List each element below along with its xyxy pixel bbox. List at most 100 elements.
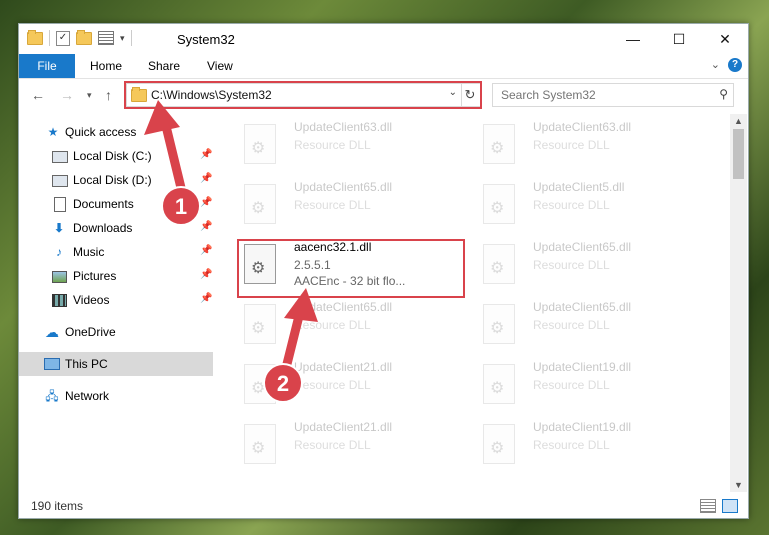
file-list: UpdateClient63.dll Resource DLL UpdateCl…: [224, 114, 730, 492]
file-description: Resource DLL: [533, 198, 610, 212]
file-item[interactable]: UpdateClient65.dll Resource DLL: [236, 178, 456, 232]
file-explorer-window: ✓ ▾ System32 — ☐ ✕ File Home Share View …: [18, 23, 749, 519]
minimize-button[interactable]: —: [610, 24, 656, 54]
sidebar-item-label: This PC: [65, 357, 108, 371]
tab-share[interactable]: Share: [148, 54, 180, 78]
sidebar-item-downloads[interactable]: ⬇ Downloads 📌: [19, 216, 213, 240]
pin-icon[interactable]: 📌: [200, 245, 212, 256]
back-arrow-icon[interactable]: ←: [31, 87, 45, 103]
search-input[interactable]: [499, 87, 703, 103]
sidebar-item-pictures[interactable]: Pictures 📌: [19, 264, 213, 288]
sidebar-item-quick-access[interactable]: ★ Quick access: [19, 120, 213, 144]
sidebar-item-network[interactable]: 🖧 Network: [19, 384, 213, 408]
dll-file-icon: [483, 424, 515, 464]
up-arrow-icon[interactable]: ↑: [105, 87, 112, 103]
dll-file-icon: [244, 364, 276, 404]
dll-file-icon: [483, 364, 515, 404]
file-name: UpdateClient21.dll: [294, 360, 393, 374]
large-icons-view-icon[interactable]: [722, 499, 738, 513]
music-icon: ♪: [56, 245, 62, 259]
sidebar-item-label: Quick access: [65, 125, 137, 139]
file-item[interactable]: UpdateClient5.dll Resource DLL: [475, 178, 695, 232]
forward-arrow-icon[interactable]: →: [60, 87, 74, 103]
download-icon: ⬇: [53, 221, 65, 235]
pin-icon[interactable]: 📌: [200, 269, 212, 280]
sidebar-item-label: Network: [65, 389, 110, 403]
sidebar-item-documents[interactable]: Documents 📌: [19, 192, 213, 216]
close-button[interactable]: ✕: [702, 24, 748, 54]
file-item[interactable]: UpdateClient65.dll Resource DLL: [475, 238, 695, 292]
file-name: UpdateClient65.dll: [533, 300, 632, 314]
sidebar-item-music[interactable]: ♪ Music 📌: [19, 240, 213, 264]
sidebar-item-local-disk-d[interactable]: Local Disk (D:) 📌: [19, 168, 213, 192]
drive-icon: [52, 151, 68, 163]
file-item[interactable]: UpdateClient63.dll Resource DLL: [475, 118, 695, 172]
pin-icon[interactable]: 📌: [200, 293, 212, 304]
dll-file-icon: [483, 244, 515, 284]
file-name: UpdateClient19.dll: [533, 360, 632, 374]
customize-toolbar-arrow-icon[interactable]: ▾: [120, 33, 125, 44]
star-icon: ★: [47, 125, 59, 139]
file-description: Resource DLL: [294, 318, 371, 332]
expand-ribbon-chevron-icon[interactable]: ⌄: [711, 58, 720, 71]
scroll-up-arrow-icon[interactable]: ▲: [730, 116, 747, 126]
file-item[interactable]: UpdateClient63.dll Resource DLL: [236, 118, 456, 172]
file-item[interactable]: UpdateClient19.dll Resource DLL: [475, 418, 695, 472]
quick-access-toolbar: ✓ ▾: [27, 29, 132, 46]
computer-icon: [44, 358, 60, 370]
file-name: UpdateClient65.dll: [533, 240, 632, 254]
file-description: Resource DLL: [533, 438, 610, 452]
divider: [49, 30, 50, 46]
tab-view[interactable]: View: [207, 54, 233, 78]
file-description: Resource DLL: [533, 258, 610, 272]
folder-icon: [27, 29, 43, 45]
vertical-scrollbar[interactable]: ▲ ▼: [730, 114, 747, 492]
file-name: UpdateClient63.dll: [533, 120, 632, 134]
scrollbar-thumb[interactable]: [733, 129, 744, 179]
sidebar-item-local-disk-c[interactable]: Local Disk (C:) 📌: [19, 144, 213, 168]
title-bar: ✓ ▾ System32 — ☐ ✕: [19, 24, 748, 54]
recent-locations-chevron-icon[interactable]: ▾: [87, 90, 92, 101]
window-title: System32: [177, 32, 235, 47]
file-item[interactable]: UpdateClient19.dll Resource DLL: [475, 358, 695, 412]
file-description: Resource DLL: [294, 138, 371, 152]
pin-icon[interactable]: 📌: [200, 221, 212, 232]
pin-icon[interactable]: 📌: [200, 197, 212, 208]
navigation-bar: ← → ▾ ↑ C:\Windows\System32 ⌄ ↻ ⚲: [19, 79, 748, 113]
file-name: UpdateClient21.dll: [294, 420, 393, 434]
drive-icon: [52, 175, 68, 187]
divider: [130, 30, 132, 46]
file-item[interactable]: UpdateClient65.dll Resource DLL: [475, 298, 695, 352]
file-name: UpdateClient65.dll: [294, 300, 393, 314]
sidebar-item-videos[interactable]: Videos 📌: [19, 288, 213, 312]
videos-icon: [52, 294, 67, 307]
file-highlight-box: [237, 239, 465, 298]
new-folder-icon[interactable]: [76, 29, 92, 45]
file-item[interactable]: UpdateClient21.dll Resource DLL: [236, 418, 456, 472]
search-icon[interactable]: ⚲: [719, 87, 728, 101]
file-description: Resource DLL: [294, 198, 371, 212]
address-highlight-box: [124, 81, 482, 109]
file-item[interactable]: UpdateClient65.dll Resource DLL: [236, 298, 456, 352]
tab-home[interactable]: Home: [90, 54, 122, 78]
sidebar-item-label: Local Disk (C:): [73, 149, 152, 163]
file-name: UpdateClient19.dll: [533, 420, 632, 434]
tab-file[interactable]: File: [19, 54, 75, 78]
dll-file-icon: [244, 124, 276, 164]
file-item[interactable]: UpdateClient21.dll Resource DLL: [236, 358, 456, 412]
scroll-down-arrow-icon[interactable]: ▼: [730, 480, 747, 490]
sidebar-item-this-pc[interactable]: This PC: [19, 352, 213, 376]
maximize-button[interactable]: ☐: [656, 24, 702, 54]
status-bar: 190 items: [19, 494, 748, 518]
checkmark-icon[interactable]: ✓: [56, 30, 70, 46]
sidebar-item-onedrive[interactable]: ☁ OneDrive: [19, 320, 213, 344]
search-box[interactable]: ⚲: [492, 83, 734, 107]
dll-file-icon: [244, 304, 276, 344]
pin-icon[interactable]: 📌: [200, 173, 212, 184]
file-description: Resource DLL: [294, 378, 371, 392]
pin-icon[interactable]: 📌: [200, 149, 212, 160]
properties-icon[interactable]: [98, 31, 114, 45]
help-icon[interactable]: ?: [728, 58, 742, 72]
details-view-icon[interactable]: [700, 499, 716, 513]
sidebar-item-label: Music: [73, 245, 105, 259]
